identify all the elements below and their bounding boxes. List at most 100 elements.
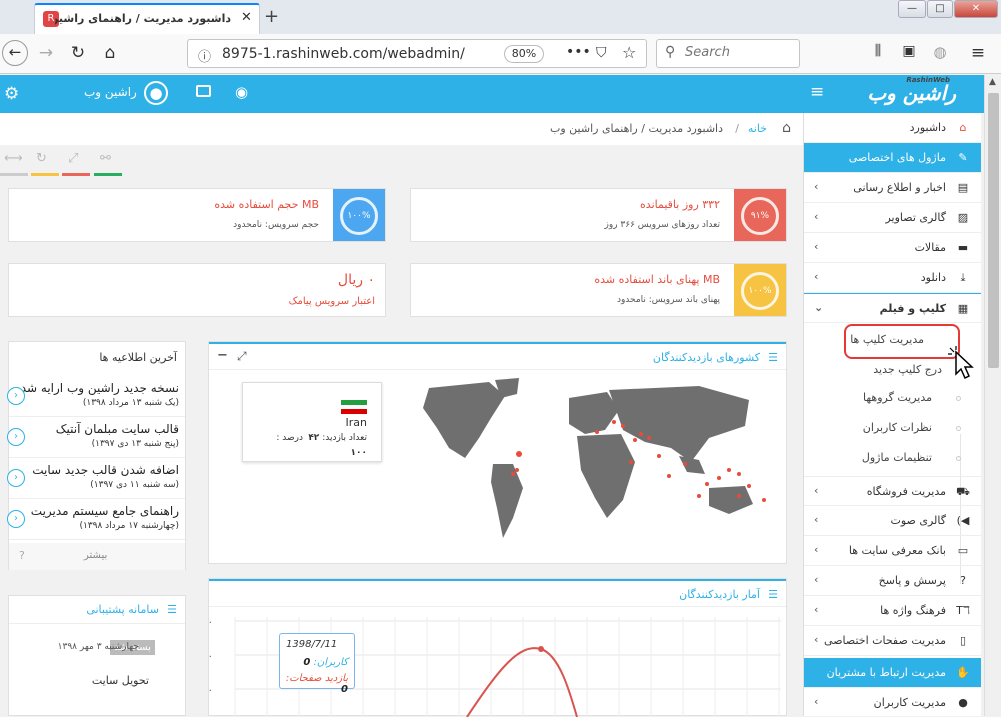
news-title: آخرین اطلاعیه ها xyxy=(99,351,177,364)
url-text: 8975-1.rashinweb.com/webadmin/ xyxy=(222,46,465,62)
sidebar-item-audio[interactable]: ◀) گالری صوت › xyxy=(804,506,981,536)
library-icon[interactable]: ⫼ xyxy=(866,43,890,59)
close-tab-icon[interactable]: ✕ xyxy=(241,10,252,25)
user-name[interactable]: راشین وب xyxy=(84,85,137,99)
sidebar-item-gallery[interactable]: ▨ گالری تصاویر › xyxy=(804,203,981,233)
sidebar-toggle-icon[interactable]: ▣ xyxy=(897,43,921,59)
sidebar-item-dashboard[interactable]: ⌂ داشبورد xyxy=(804,113,981,143)
fullscreen-icon[interactable]: ⤢ xyxy=(68,151,78,166)
monitor-icon: ▭ xyxy=(957,544,969,557)
sidebar-item-users[interactable]: ● مدیریت کاربران › xyxy=(804,688,981,716)
resize-icon[interactable]: ⟷ xyxy=(4,151,23,166)
sidebar-item-sites[interactable]: ▭ بانک معرفی سایت ها › xyxy=(804,536,981,566)
more-link[interactable]: بیشتر xyxy=(84,550,107,561)
sidebar-item-glossary[interactable]: Tℸ فرهنگ واژه ها › xyxy=(804,596,981,626)
zoom-indicator[interactable]: 80% xyxy=(504,45,544,63)
sidebar-item-articles[interactable]: ▬ مقالات › xyxy=(804,233,981,263)
chevron-left-icon[interactable]: ‹ xyxy=(7,469,25,487)
sidebar-item-news[interactable]: ▤ اخبار و اطلاع رسانی › xyxy=(804,173,981,203)
sidebar-item-pages[interactable]: ▯ مدیریت صفحات اختصاصی › xyxy=(804,626,981,656)
close-window-button[interactable]: ✕ xyxy=(954,0,998,18)
minimize-button[interactable]: — xyxy=(898,0,926,18)
sidebar-sub-groups[interactable]: مدیریت گروهها xyxy=(804,384,981,414)
panel-icon: ☰ xyxy=(768,588,778,601)
map-panel: ☰ کشورهای بازدیدکنندگان ⤢ − Iran تعداد ب… xyxy=(208,341,787,564)
sidebar-item-faq[interactable]: ? پرسش و پاسخ › xyxy=(804,566,981,596)
avatar-icon[interactable]: ● xyxy=(144,81,168,105)
menu-icon[interactable]: ≡ xyxy=(966,43,990,63)
globe-icon[interactable]: ◍ xyxy=(928,43,952,61)
chevron-right-icon: › xyxy=(814,543,819,556)
chevron-left-icon[interactable]: ‹ xyxy=(7,428,25,446)
chevron-right-icon: › xyxy=(814,633,819,646)
expand-icon[interactable]: ⤢ xyxy=(237,349,247,364)
link-icon[interactable]: ⚯ xyxy=(100,151,111,166)
sidebar-section-modules[interactable]: ✎ ماژول های اختصاصی xyxy=(804,143,981,173)
progress-ring: ۹۱% xyxy=(741,197,779,235)
document-icon: ▬ xyxy=(957,241,969,254)
bookmark-star-icon[interactable]: ☆ xyxy=(622,43,636,62)
scroll-thumb[interactable] xyxy=(988,93,999,368)
refresh-icon[interactable]: ↻ xyxy=(36,151,47,166)
breadcrumb-current: داشبورد مدیریت / راهنمای راشین وب xyxy=(550,122,723,135)
card-icon[interactable] xyxy=(196,85,211,97)
list-item[interactable]: قالب سایت مبلمان آنتیک (پنج شنبه ۱۳ دی ۱… xyxy=(7,418,185,458)
stat-sub: اعتبار سرویس پیامک xyxy=(288,296,375,307)
panel-title: کشورهای بازدیدکنندگان xyxy=(652,351,760,364)
new-tab-icon[interactable]: + xyxy=(264,6,279,27)
list-item[interactable]: اضافه شدن قالب جدید سایت (سه شنبه ۱۱ دی … xyxy=(7,459,185,499)
search-icon: ⚲ xyxy=(665,44,676,60)
speaker-icon: ◀) xyxy=(956,514,970,527)
sidebar-sub-comments[interactable]: نظرات کاربران xyxy=(804,414,981,444)
world-map[interactable] xyxy=(409,378,779,563)
question-icon: ? xyxy=(960,574,966,587)
chevron-down-icon: ⌄ xyxy=(814,301,824,314)
mouse-cursor-icon xyxy=(948,346,974,380)
breadcrumb-home[interactable]: خانه xyxy=(748,122,767,135)
search-input[interactable] xyxy=(685,45,795,60)
sidebar-sub-settings[interactable]: تنظیمات ماژول xyxy=(804,444,981,474)
browser-tab[interactable]: R داشبورد مدیریت / راهنمای راشین وب ✕ xyxy=(34,3,260,34)
scroll-up-icon[interactable]: ▲ xyxy=(989,77,996,87)
ticket-date: چهارشنبه ۳ مهر ۱۳۹۸ xyxy=(57,642,139,652)
app-top-bar: ⚙ راشین وب ● ◉ ≡ راشین وب RashinWeb xyxy=(0,75,1001,113)
logo[interactable]: راشین وب RashinWeb xyxy=(840,76,956,107)
chevron-left-icon[interactable]: ‹ xyxy=(7,510,25,528)
chevron-right-icon: › xyxy=(814,270,819,283)
chevron-left-icon[interactable]: ‹ xyxy=(7,387,25,405)
widget-toolbar: ⟷ ↻ ⤢ ⚯ xyxy=(0,147,803,177)
info-icon[interactable]: ⓘ xyxy=(198,46,211,65)
download-icon: ⤓ xyxy=(960,271,966,284)
reload-icon[interactable]: ↻ xyxy=(66,43,90,63)
maximize-button[interactable]: □ xyxy=(927,0,953,18)
home-icon[interactable]: ⌂ xyxy=(98,43,122,63)
more-icon[interactable]: ••• xyxy=(566,44,591,60)
search-box[interactable]: ⚲ xyxy=(656,39,800,68)
help-icon[interactable]: ? xyxy=(19,549,25,562)
y-tick-label: ۴۰ xyxy=(209,651,213,662)
back-icon[interactable]: ← xyxy=(2,40,28,66)
pocket-icon[interactable]: ⛉ xyxy=(596,45,607,61)
sidebar-item-shop[interactable]: ⛟ مدیریت فروشگاه › xyxy=(804,476,981,506)
list-item[interactable]: راهنمای جامع سیستم مدیریت (چهارشنبه ۱۷ م… xyxy=(7,500,185,540)
browser-tab-bar: R داشبورد مدیریت / راهنمای راشین وب ✕ + … xyxy=(0,0,1001,34)
forward-icon[interactable]: → xyxy=(34,43,58,63)
collapse-icon[interactable]: − xyxy=(217,348,228,363)
sidebar-section-crm[interactable]: ✋ مدیریت ارتباط با مشتریان xyxy=(804,658,981,688)
visitors-panel: ☰ آمار بازدیدکنندگان ۵۰ ۴۰ ۳۰ 1398/7/11 کا… xyxy=(208,578,787,717)
stat-sub: حجم سرویس: نامحدود xyxy=(233,220,319,230)
chevron-right-icon: › xyxy=(814,513,819,526)
home-icon[interactable]: ⌂ xyxy=(782,120,791,136)
stat-card-sms: ۰ ریال اعتبار سرویس پیامک xyxy=(8,263,386,317)
stat-card-days: ۹۱% ۳۳۲ روز باقیمانده تعداد روزهای سرویس… xyxy=(410,188,787,242)
globe-site-icon[interactable]: ◉ xyxy=(235,83,248,101)
list-item[interactable]: نسخه جدید راشین وب ارایه شد. (یک شنبه ۱۳… xyxy=(7,377,185,417)
chevron-right-icon: › xyxy=(814,240,819,253)
sidebar-item-clips[interactable]: ▦ کلیپ و فیلم ⌄ xyxy=(804,293,981,323)
url-bar[interactable]: ⓘ 8975-1.rashinweb.com/webadmin/ 80% •••… xyxy=(187,39,647,68)
ticket-subject[interactable]: تحویل سایت xyxy=(92,674,149,687)
news-panel: آخرین اطلاعیه ها نسخه جدید راشین وب ارای… xyxy=(7,341,186,570)
scrollbar[interactable]: ▲ xyxy=(984,75,1001,716)
sidebar-item-download[interactable]: ⤓ دانلود › xyxy=(804,263,981,293)
settings-gear-icon[interactable]: ⚙ xyxy=(4,84,19,104)
